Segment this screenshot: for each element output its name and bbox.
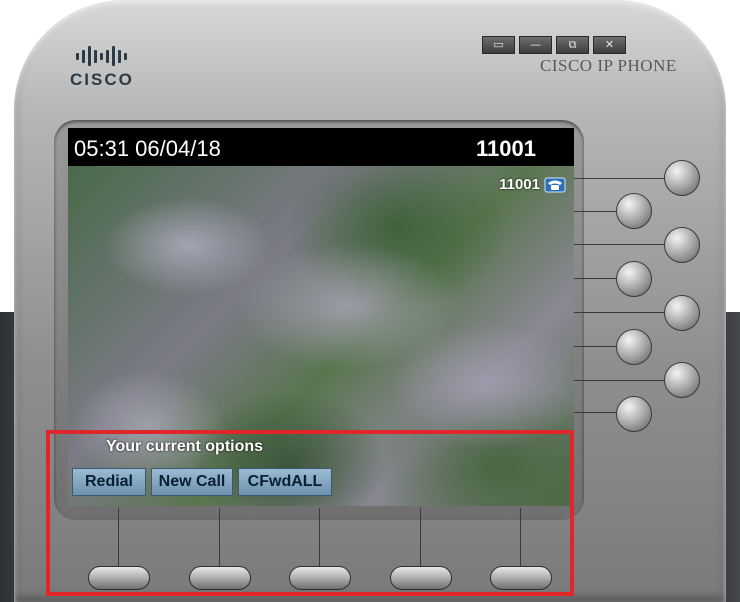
line-lead-5	[574, 312, 664, 313]
extension-number: 11001	[476, 136, 536, 161]
line-button-1[interactable]	[664, 160, 700, 196]
minimize-icon[interactable]: —	[519, 36, 552, 54]
product-label: CISCO IP PHONE	[540, 56, 677, 75]
cisco-logo: CISCO	[70, 44, 150, 90]
line-lead-8	[574, 412, 616, 413]
line-button-5[interactable]	[664, 295, 700, 331]
cisco-bars-icon	[76, 44, 150, 68]
line-button-3[interactable]	[664, 227, 700, 263]
line-lead-7	[574, 380, 664, 381]
highlight-box	[46, 430, 574, 596]
line-button-8[interactable]	[616, 396, 652, 432]
line-lead-4	[574, 278, 616, 279]
handset-icon	[544, 177, 566, 192]
line-lead-3	[574, 244, 664, 245]
maximize-icon[interactable]: ⧉	[556, 36, 589, 54]
line-button-6[interactable]	[616, 329, 652, 365]
line-lead-1	[574, 178, 664, 179]
close-icon[interactable]: ✕	[593, 36, 626, 54]
line-button-7[interactable]	[664, 362, 700, 398]
line-button-4[interactable]	[616, 261, 652, 297]
datetime: 05:31 06/04/18	[74, 136, 221, 161]
line-button-2[interactable]	[616, 193, 652, 229]
line-lead-6	[574, 346, 616, 347]
cisco-logo-text: CISCO	[70, 70, 134, 89]
line-label: 11001	[499, 176, 540, 193]
line-lead-2	[574, 211, 616, 212]
line-indicator[interactable]: 11001	[499, 176, 566, 193]
restore-icon[interactable]: ▭	[482, 36, 515, 54]
status-bar: 05:31 06/04/18 11001	[68, 128, 574, 166]
window-controls: ▭ — ⧉ ✕	[482, 36, 626, 54]
